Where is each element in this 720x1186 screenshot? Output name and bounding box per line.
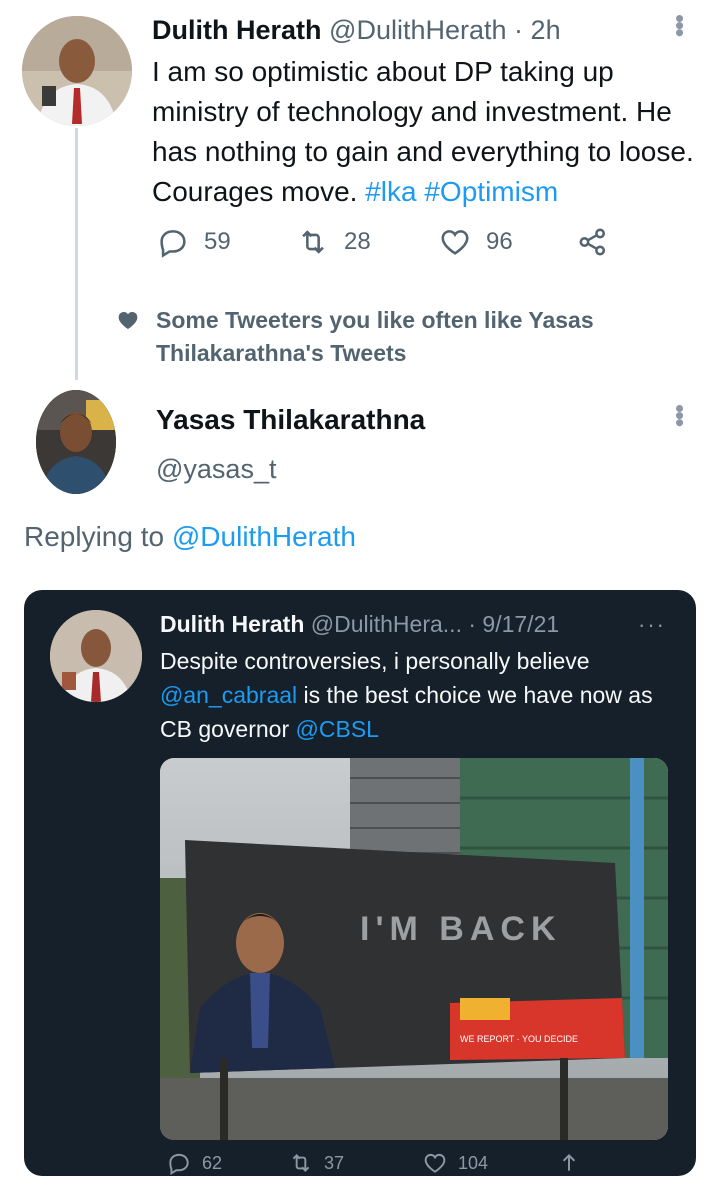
- embedded-mention: @CBSL: [295, 716, 379, 742]
- more-options-icon[interactable]: •••: [664, 404, 695, 425]
- embedded-like-count: 104: [458, 1152, 489, 1173]
- tweet-time[interactable]: 2h: [531, 15, 561, 45]
- embedded-retweet: 37: [288, 1150, 344, 1176]
- billboard-text: I'M BACK: [360, 910, 562, 948]
- more-options-icon[interactable]: •••: [664, 14, 695, 35]
- embedded-text: Despite controversies, i personally beli…: [160, 644, 680, 746]
- social-context-text: Some Tweeters you like often like Yasas …: [156, 307, 594, 366]
- share-icon: [562, 1154, 576, 1171]
- embedded-reply-count: 62: [202, 1152, 223, 1173]
- author-name[interactable]: Dulith Herath: [152, 15, 322, 45]
- like-count: 96: [486, 228, 513, 255]
- share-icon: [579, 228, 606, 256]
- share-button[interactable]: [576, 225, 624, 259]
- embedded-avatar: [50, 610, 142, 702]
- like-icon: [424, 1153, 446, 1173]
- replying-to-mention[interactable]: @DulithHerath: [172, 521, 356, 552]
- reply-button[interactable]: 59: [156, 225, 231, 259]
- retweet-count: 28: [344, 228, 371, 255]
- embedded-author-name: Dulith Herath: [160, 611, 305, 637]
- billboard-photo: I'M BACK WE REPORT · YOU DECIDE: [160, 758, 668, 1140]
- embedded-share: [556, 1150, 592, 1176]
- hashtag-links[interactable]: #lka #Optimism: [365, 176, 558, 207]
- tweet1-text: I am so optimistic about DP taking up mi…: [152, 52, 712, 212]
- embedded-mention: @an_cabraal: [160, 682, 298, 708]
- embedded-actions: 62 37 104: [160, 1150, 668, 1176]
- reply-count: 59: [204, 228, 231, 255]
- embedded-tweet-image[interactable]: Dulith Herath @DulithHera... · 9/17/21 ·…: [24, 590, 696, 1176]
- embedded-like: 104: [422, 1150, 488, 1176]
- reply-icon: [169, 1153, 189, 1176]
- retweet-icon: [302, 230, 324, 254]
- author-handle[interactable]: @yasas_t: [156, 451, 276, 487]
- author-name[interactable]: Yasas Thilakarathna: [156, 402, 425, 438]
- heart-icon: [118, 312, 138, 329]
- embedded-retweet-count: 37: [324, 1152, 345, 1173]
- tweet1-header: Dulith Herath @DulithHerath · 2h: [152, 12, 561, 48]
- embedded-author-handle: @DulithHera...: [310, 611, 462, 637]
- embedded-header: Dulith Herath @DulithHera... · 9/17/21: [160, 608, 559, 640]
- embedded-separator: ·: [468, 611, 477, 637]
- like-icon: [441, 230, 469, 255]
- reply-icon: [160, 230, 186, 258]
- tweet1-actions: 59 28 96: [156, 225, 626, 265]
- author-handle[interactable]: @DulithHerath: [329, 15, 506, 45]
- bottom-edge: [0, 1176, 720, 1186]
- separator: ·: [514, 15, 524, 45]
- embedded-date: 9/17/21: [482, 611, 560, 637]
- avatar-yasas-thilakarathna[interactable]: [36, 390, 116, 494]
- embedded-text-part: Despite controversies, i personally beli…: [160, 648, 590, 674]
- retweet-icon: [292, 1154, 310, 1172]
- billboard-tagline: WE REPORT · YOU DECIDE: [460, 1034, 578, 1044]
- embedded-reply: 62: [166, 1150, 222, 1176]
- replying-prefix: Replying to: [24, 521, 172, 552]
- avatar-dulith-herath[interactable]: [22, 16, 132, 126]
- thread-connector-line: [75, 128, 78, 380]
- like-button[interactable]: 96: [438, 225, 513, 259]
- retweet-button[interactable]: 28: [296, 225, 371, 259]
- embedded-more-icon: ···: [638, 612, 666, 637]
- replying-to: Replying to @DulithHerath: [24, 518, 356, 556]
